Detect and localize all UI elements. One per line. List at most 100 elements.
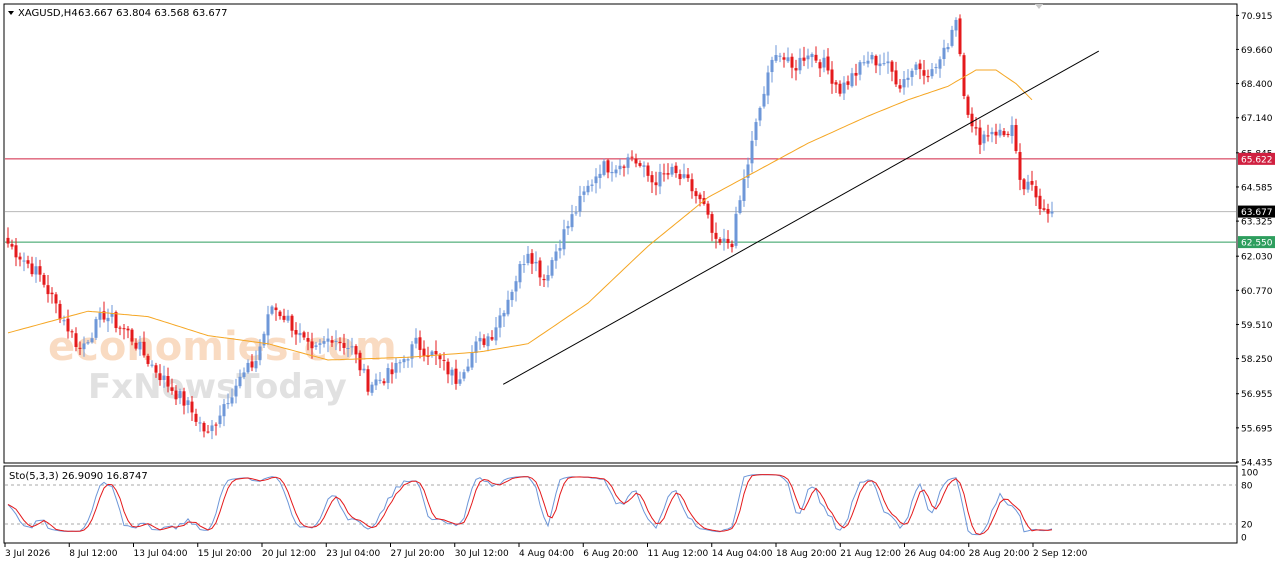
candle-body: [782, 57, 786, 60]
time-axis-label: 20 Jul 12:00: [262, 549, 316, 559]
candle-body: [794, 68, 798, 71]
candle-body: [534, 261, 538, 264]
candle-body: [866, 60, 870, 64]
candle-body: [242, 372, 246, 377]
price-axis-label: 60.770: [1241, 287, 1273, 297]
header-ohlc: 63.667 63.804 63.568 63.677: [78, 8, 228, 19]
candle-body: [142, 341, 146, 356]
candle-body: [986, 135, 990, 137]
candle-body: [518, 264, 522, 283]
candle-body: [1050, 211, 1054, 214]
candle-body: [738, 200, 742, 214]
candle-body: [806, 55, 810, 60]
candle-body: [902, 79, 906, 88]
header-symbol: XAGUSD,H4: [18, 8, 78, 19]
time-axis-label: 11 Aug 12:00: [648, 549, 709, 559]
candle-body: [562, 229, 566, 250]
candle-body: [194, 413, 198, 422]
candle-body: [994, 131, 998, 136]
candle-body: [406, 359, 410, 361]
candle-body: [494, 327, 498, 341]
candle-body: [526, 253, 530, 264]
stochastic-title: Sto(5,3,3) 26.9090 16.8747: [9, 471, 148, 482]
candle-body: [366, 369, 370, 392]
candle-body: [498, 315, 502, 328]
trading-chart[interactable]: economies.com FxNewsToday 70.91569.66068…: [0, 0, 1280, 567]
candle-body: [554, 251, 558, 261]
candle-body: [386, 368, 390, 383]
candle-body: [214, 424, 218, 426]
candle-body: [1014, 125, 1018, 151]
price-axis-label: 70.915: [1241, 12, 1273, 22]
time-axis: 3 Jul 2026 8 Jul 12:00 13 Jul 04:00 15 Jul …: [4, 543, 1088, 559]
time-axis-label: 21 Aug 12:00: [840, 549, 901, 559]
candle-body: [390, 369, 394, 375]
resistance-level-label: 65.622: [1241, 155, 1273, 165]
candle-body: [490, 337, 494, 340]
candle-body: [658, 171, 662, 187]
candle-body: [698, 194, 702, 200]
candle-body: [66, 318, 70, 332]
candle-body: [1034, 186, 1038, 198]
candle-body: [662, 173, 666, 175]
candle-body: [70, 331, 74, 333]
candle-body: [438, 355, 442, 360]
candle-body: [246, 362, 250, 373]
candle-body: [818, 62, 822, 69]
time-axis-label: 4 Aug 04:00: [519, 549, 574, 559]
candle-body: [618, 165, 622, 170]
candle-body: [202, 422, 206, 432]
current-price-label: 63.677: [1241, 208, 1273, 218]
candle-body: [466, 366, 470, 372]
candle-body: [90, 338, 94, 343]
stochastic-axis-label: 80: [1241, 482, 1253, 492]
candle-body: [294, 330, 298, 335]
candle-body: [634, 158, 638, 164]
stochastic-panel[interactable]: [3, 465, 1238, 544]
candle-body: [374, 379, 378, 386]
candle-body: [418, 337, 422, 350]
candle-body: [58, 303, 62, 320]
candle-body: [478, 337, 482, 342]
candle-body: [766, 72, 770, 96]
candle-body: [450, 369, 454, 376]
candle-body: [174, 390, 178, 400]
candle-body: [314, 345, 318, 347]
candle-body: [918, 63, 922, 70]
candle-body: [106, 317, 110, 322]
candle-body: [522, 264, 526, 266]
candle-body: [98, 312, 102, 320]
candle-body: [186, 400, 190, 405]
candle-body: [382, 381, 386, 384]
time-axis-label: 15 Jul 20:00: [198, 549, 252, 559]
candle-body: [726, 238, 730, 243]
candle-body: [938, 59, 942, 69]
candle-body: [830, 69, 834, 84]
candle-body: [250, 361, 254, 368]
candle-body: [222, 404, 226, 417]
price-axis: 70.91569.66068.40067.14065.84564.58563.3…: [1236, 12, 1275, 469]
candle-body: [122, 328, 126, 330]
time-axis-label: 14 Aug 04:00: [712, 549, 773, 559]
candle-body: [286, 315, 290, 321]
candle-body: [510, 291, 514, 301]
candle-body: [978, 127, 982, 145]
candle-body: [862, 62, 866, 64]
stochastic-axis: 100 80 20 0: [1241, 469, 1258, 544]
candle-body: [730, 243, 734, 248]
candle-body: [170, 387, 174, 391]
candle-body: [470, 352, 474, 368]
candle-body: [778, 55, 782, 57]
candle-body: [622, 166, 626, 168]
candle-body: [50, 292, 54, 295]
time-axis-label: 6 Aug 20:00: [583, 549, 638, 559]
candle-body: [650, 175, 654, 183]
candle-body: [950, 29, 954, 46]
candle-body: [878, 63, 882, 67]
candle-body: [566, 226, 570, 229]
candle-body: [342, 342, 346, 348]
candle-body: [694, 191, 698, 197]
candle-body: [706, 203, 710, 215]
candle-body: [114, 312, 118, 329]
candle-body: [302, 332, 306, 338]
